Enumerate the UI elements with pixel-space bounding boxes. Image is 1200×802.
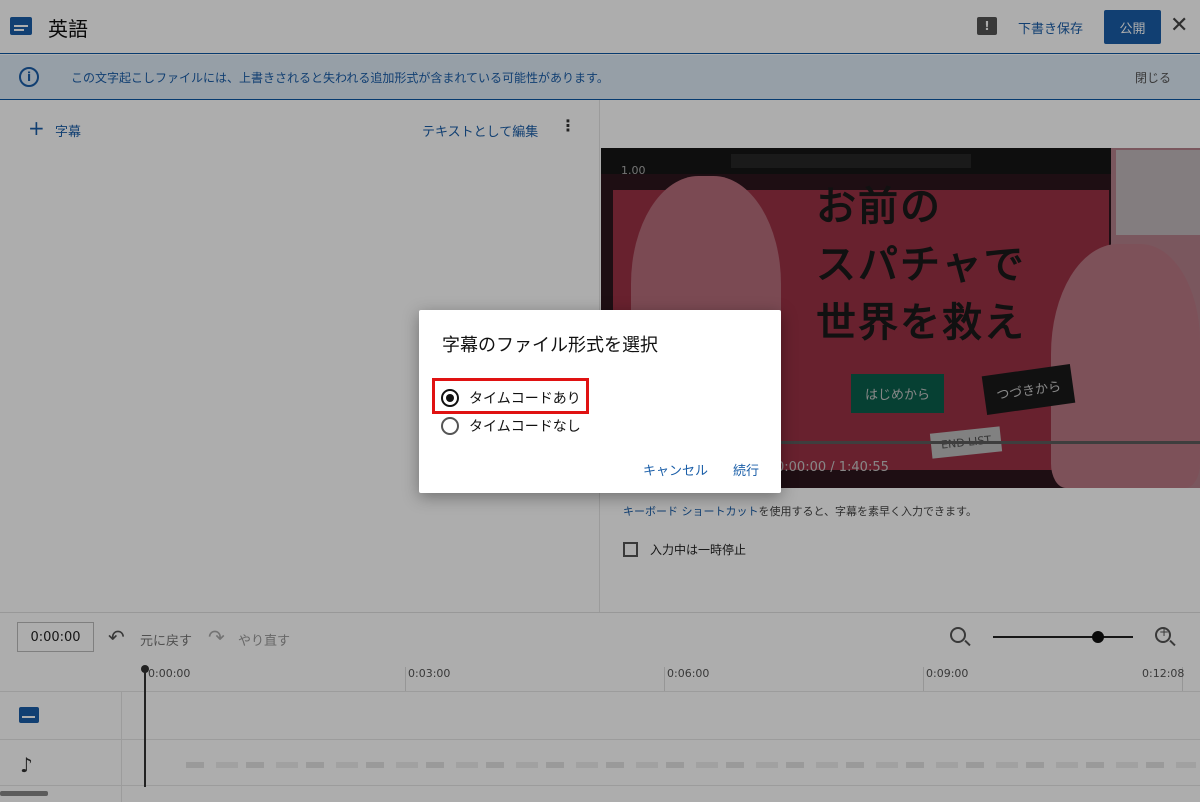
dialog-title: 字幕のファイル形式を選択 xyxy=(442,335,658,356)
file-format-dialog: 字幕のファイル形式を選択 タイムコードあり タイムコードなし キャンセル 続行 xyxy=(419,310,781,493)
cancel-button[interactable]: キャンセル xyxy=(643,460,708,479)
continue-button[interactable]: 続行 xyxy=(733,460,759,479)
radio-without-timecode[interactable] xyxy=(441,417,459,435)
option-without-timecode[interactable]: タイムコードなし xyxy=(441,416,581,436)
option-label: タイムコードなし xyxy=(469,419,581,435)
radio-with-timecode[interactable] xyxy=(441,389,459,407)
option-with-timecode[interactable]: タイムコードあり xyxy=(441,388,581,408)
option-label: タイムコードあり xyxy=(469,391,581,407)
